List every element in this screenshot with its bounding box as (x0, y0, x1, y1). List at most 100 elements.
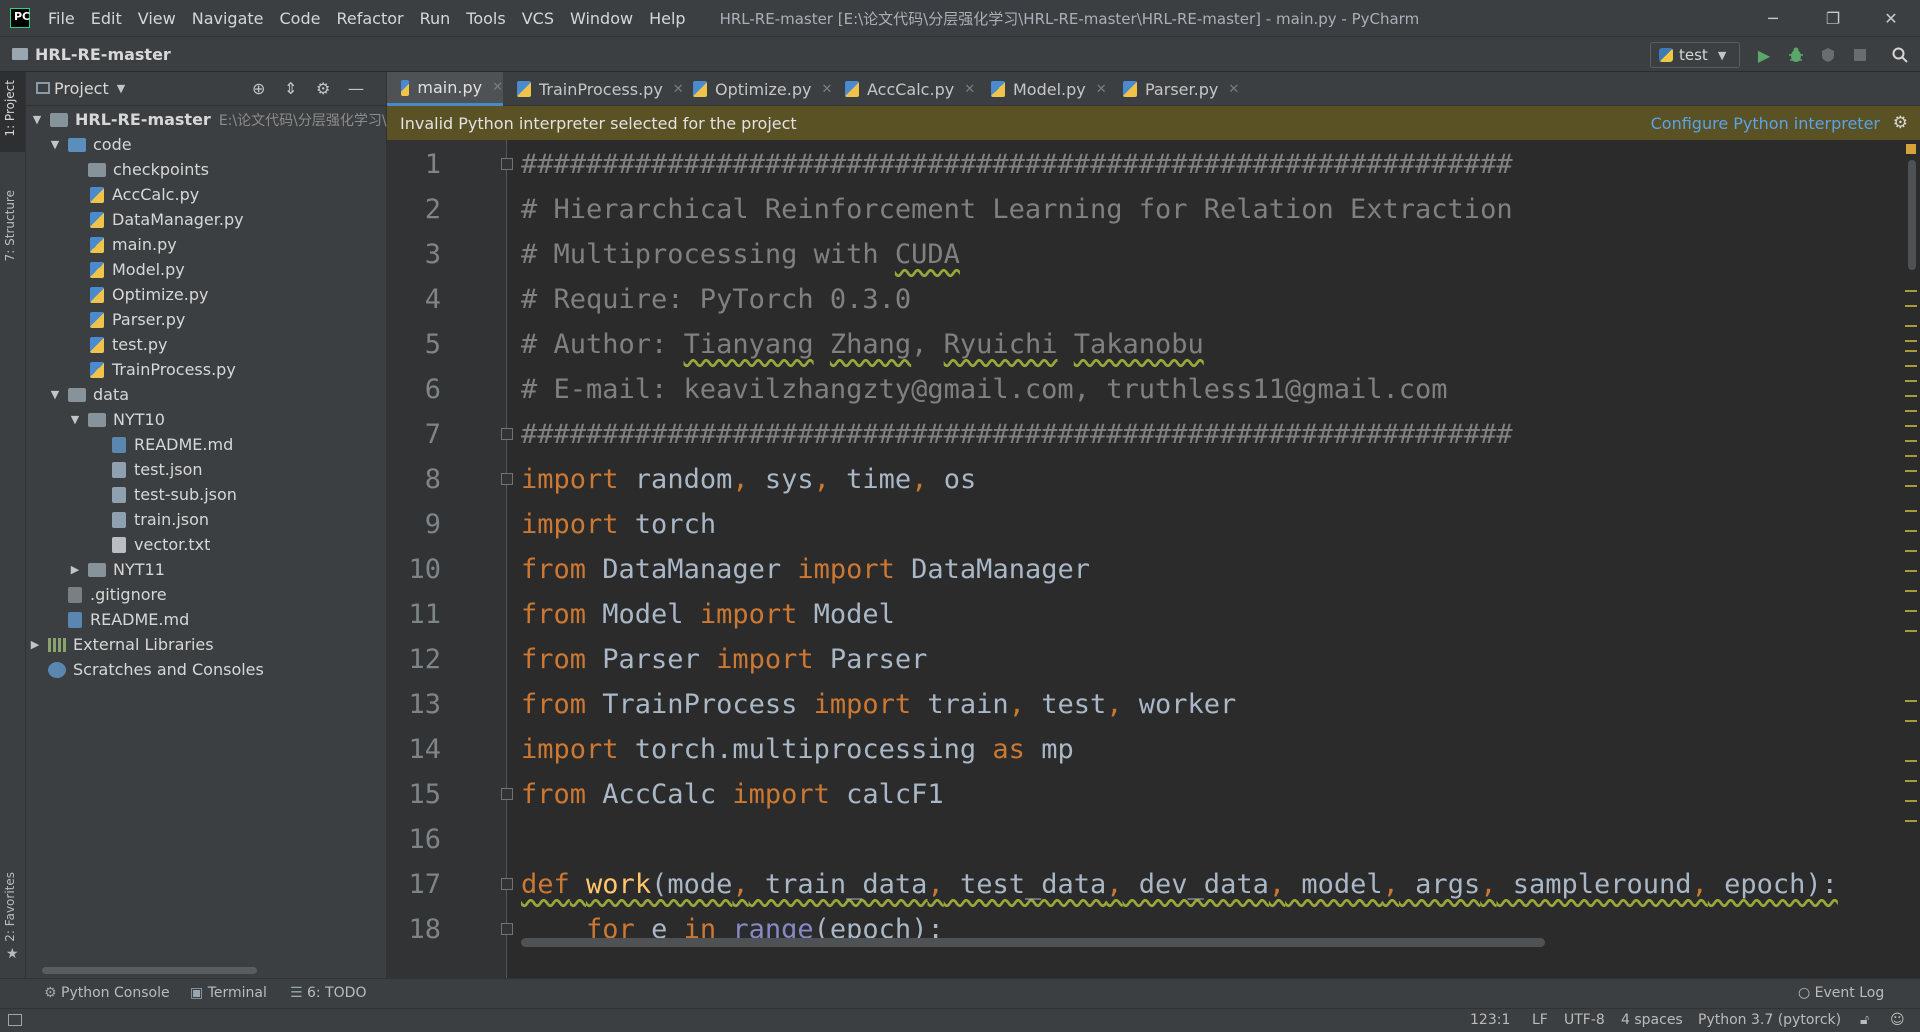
code-line[interactable]: from DataManager import DataManager (521, 547, 1090, 592)
warning-marker[interactable] (1905, 350, 1917, 352)
tree-node-file[interactable]: Parser.py (90, 307, 185, 332)
breadcrumb-project[interactable]: HRL-RE-master (35, 45, 171, 64)
warning-marker[interactable] (1905, 365, 1917, 367)
inspector-icon[interactable]: ☺︎ (1890, 1012, 1905, 1028)
warning-marker[interactable] (1905, 340, 1917, 342)
expand-arrow-icon[interactable]: ▶ (28, 638, 42, 651)
project-view-selector[interactable]: Project (54, 79, 109, 98)
code-line[interactable]: # Multiprocessing with CUDA (521, 232, 960, 277)
tab-main-py[interactable]: main.py ✕ (387, 72, 503, 106)
tree-node-external-libraries[interactable]: ▶ External Libraries (28, 632, 214, 657)
terminal-tab[interactable]: ▣ Terminal (190, 985, 267, 1001)
tree-node-file[interactable]: test.py (90, 332, 167, 357)
warning-marker[interactable] (1905, 820, 1917, 822)
menu-refactor[interactable]: Refactor (336, 9, 403, 28)
expand-arrow-icon[interactable]: ▶ (68, 563, 82, 576)
warning-marker[interactable] (1905, 630, 1917, 632)
close-tab-icon[interactable]: ✕ (1096, 82, 1107, 97)
warning-marker[interactable] (1905, 305, 1917, 307)
tree-node-root[interactable]: ▼ HRL-RE-master E:\论文代码\分层强化学习\H (30, 107, 397, 132)
menu-vcs[interactable]: VCS (522, 9, 554, 28)
warning-marker[interactable] (1905, 700, 1917, 702)
tab-trainprocess-py[interactable]: TrainProcess.py ✕ (503, 72, 684, 106)
code-line[interactable]: # Author: Tianyang Zhang, Ryuichi Takano… (521, 322, 1204, 367)
menu-navigate[interactable]: Navigate (192, 9, 264, 28)
settings-gear-icon[interactable]: ⚙ (316, 79, 330, 98)
close-window-button[interactable]: ✕ (1862, 0, 1920, 36)
warning-marker[interactable] (1905, 780, 1917, 782)
tree-node-file[interactable]: .gitignore (68, 582, 167, 607)
code-line[interactable]: import torch (521, 502, 716, 547)
warning-marker[interactable] (1905, 485, 1917, 487)
indent-setting[interactable]: 4 spaces (1621, 1012, 1683, 1028)
tab-optimize-py[interactable]: Optimize.py ✕ (679, 72, 832, 106)
stop-icon[interactable] (1848, 43, 1872, 67)
tree-node-checkpoints[interactable]: checkpoints (88, 157, 209, 182)
menu-help[interactable]: Help (649, 9, 685, 28)
close-tab-icon[interactable]: ✕ (964, 82, 975, 97)
tree-node-nyt11[interactable]: ▶ NYT11 (68, 557, 165, 582)
code-line[interactable]: from Model import Model (521, 592, 895, 637)
warning-marker[interactable] (1905, 760, 1917, 762)
toggle-tool-windows-icon[interactable] (8, 1014, 22, 1026)
tree-node-file[interactable]: train.json (112, 507, 209, 532)
warning-marker[interactable] (1905, 455, 1917, 457)
menu-file[interactable]: File (48, 9, 75, 28)
fold-marker-icon[interactable] (501, 473, 513, 485)
code-line[interactable]: # E-mail: keavilzhangzty@gmail.com, trut… (521, 367, 1448, 412)
debug-icon[interactable] (1784, 43, 1808, 67)
fold-marker-icon[interactable] (501, 428, 513, 440)
tree-node-file[interactable]: Model.py (90, 257, 185, 282)
tree-node-file[interactable]: TrainProcess.py (90, 357, 236, 382)
warning-marker[interactable] (1905, 290, 1917, 292)
tree-node-data[interactable]: ▼ data (48, 382, 129, 407)
menu-view[interactable]: View (138, 9, 176, 28)
search-everywhere-icon[interactable] (1888, 43, 1912, 67)
line-separator[interactable]: LF (1532, 1012, 1548, 1028)
warning-marker[interactable] (1905, 800, 1917, 802)
tree-node-file[interactable]: test-sub.json (112, 482, 237, 507)
tab-model-py[interactable]: Model.py ✕ (977, 72, 1107, 106)
warning-marker[interactable] (1905, 550, 1917, 552)
fold-marker-icon[interactable] (501, 158, 513, 170)
tree-node-nyt10[interactable]: ▼ NYT10 (68, 407, 165, 432)
code-line[interactable]: import torch.multiprocessing as mp (521, 727, 1074, 772)
gear-icon[interactable]: ⚙ (1893, 113, 1908, 133)
warning-marker[interactable] (1905, 590, 1917, 592)
file-encoding[interactable]: UTF-8 (1564, 1012, 1605, 1028)
warning-marker[interactable] (1905, 610, 1917, 612)
warning-marker[interactable] (1905, 425, 1917, 427)
expand-arrow-icon[interactable]: ▼ (68, 413, 82, 426)
code-line[interactable]: import random, sys, time, os (521, 457, 976, 502)
fold-marker-icon[interactable] (501, 788, 513, 800)
tree-node-scratches[interactable]: Scratches and Consoles (48, 657, 264, 682)
todo-tab[interactable]: ☰ 6: TODO (290, 985, 366, 1001)
code-line[interactable]: from Parser import Parser (521, 637, 927, 682)
hide-panel-icon[interactable]: — (348, 79, 364, 98)
warning-marker[interactable] (1905, 410, 1917, 412)
locate-file-icon[interactable]: ⊕ (252, 79, 265, 98)
warning-marker[interactable] (1905, 570, 1917, 572)
code-line[interactable]: ########################################… (521, 412, 1513, 457)
tree-node-file[interactable]: Optimize.py (90, 282, 208, 307)
code-line[interactable]: def work(mode, train_data, test_data, de… (521, 862, 1838, 907)
tree-node-file[interactable]: DataManager.py (90, 207, 244, 232)
editor-horizontal-scrollbar[interactable] (521, 938, 1545, 947)
warning-marker[interactable] (1905, 395, 1917, 397)
coverage-icon[interactable] (1816, 43, 1840, 67)
warning-indicator-icon[interactable] (1906, 144, 1916, 154)
tree-node-file[interactable]: test.json (112, 457, 203, 482)
tree-node-file[interactable]: main.py (90, 232, 177, 257)
tree-node-file[interactable]: vector.txt (112, 532, 210, 557)
code-line[interactable]: # Hierarchical Reinforcement Learning fo… (521, 187, 1513, 232)
warning-marker[interactable] (1905, 380, 1917, 382)
close-tab-icon[interactable]: ✕ (492, 80, 503, 95)
run-icon[interactable]: ▶ (1752, 43, 1776, 67)
warning-marker[interactable] (1905, 720, 1917, 722)
code-editor[interactable]: 1 2 3 4 5 6 7 8 9 10 11 12 13 14 15 16 17 18 ############… (387, 140, 1920, 978)
fold-marker-icon[interactable] (501, 923, 513, 935)
tree-node-file[interactable]: README.md (112, 432, 233, 457)
tab-parser-py[interactable]: Parser.py ✕ (1109, 72, 1239, 106)
menu-window[interactable]: Window (570, 9, 633, 28)
code-line[interactable]: from TrainProcess import train, test, wo… (521, 682, 1236, 727)
